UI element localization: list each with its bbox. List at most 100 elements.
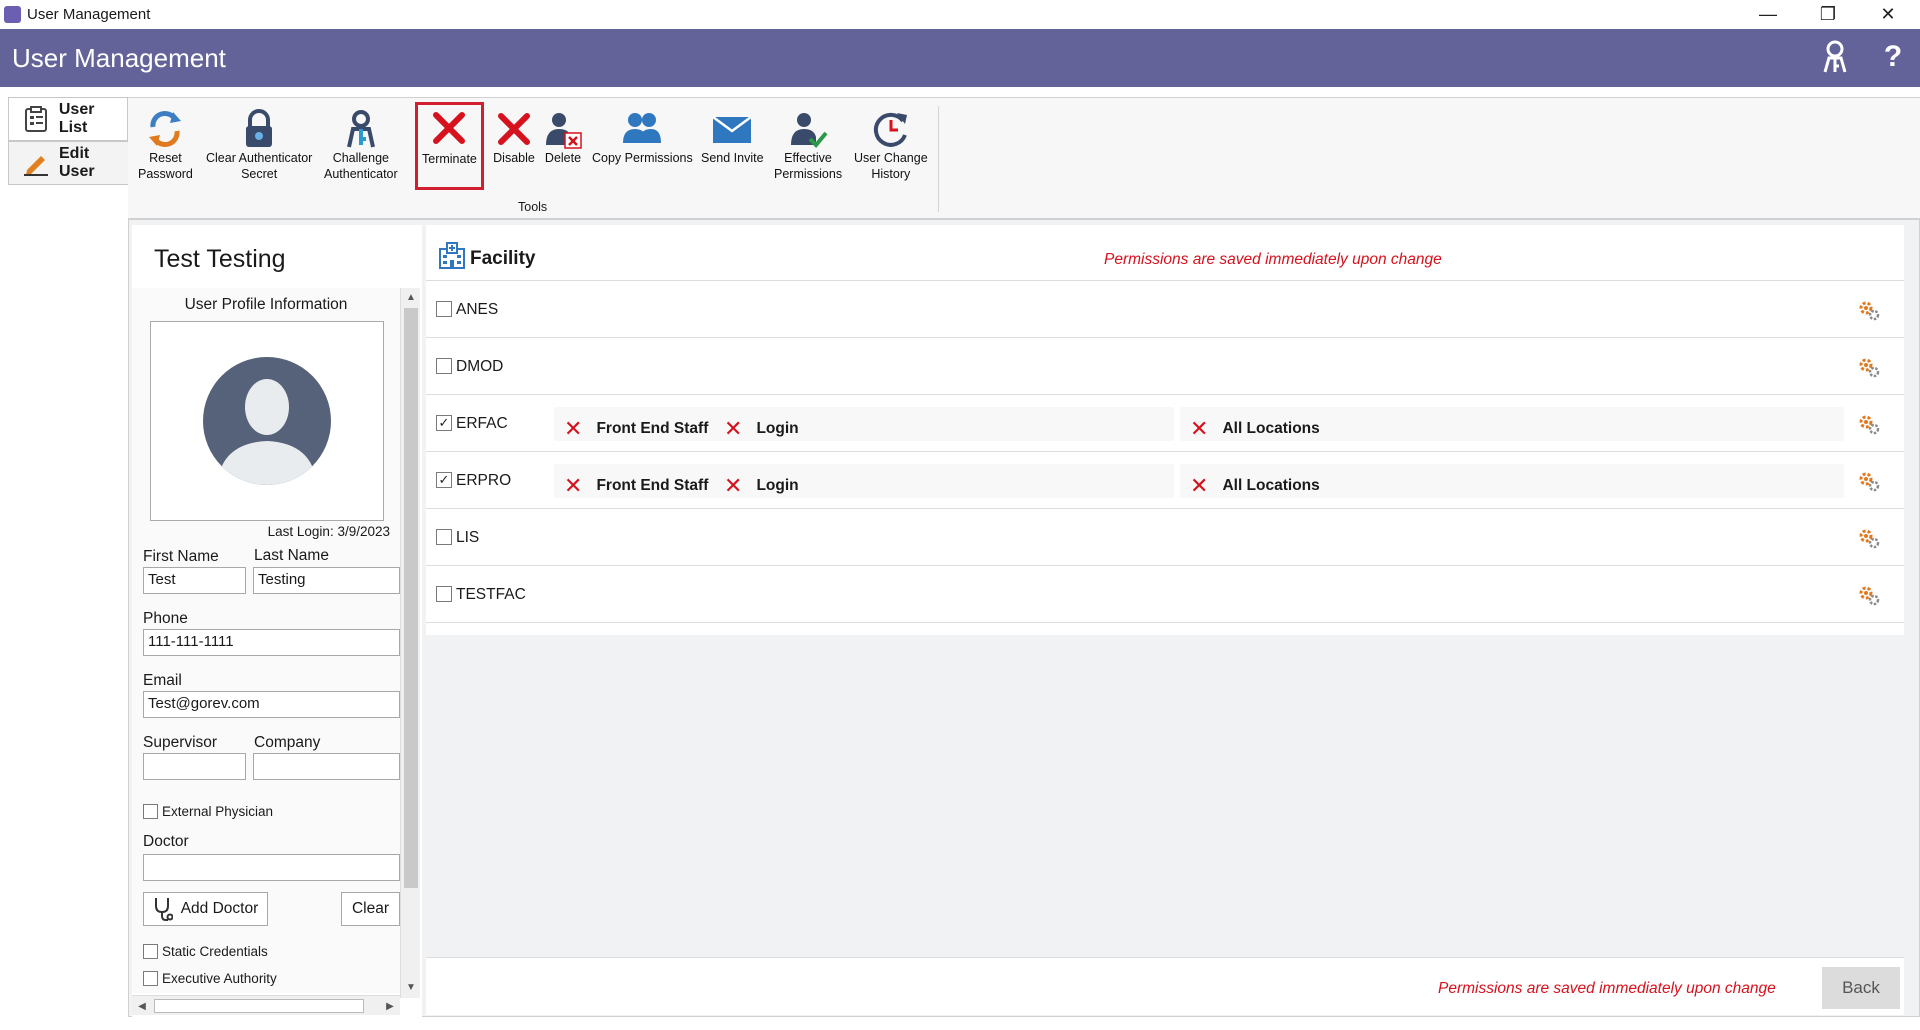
static-credentials-label: Static Credentials [162, 944, 268, 959]
terminate-button[interactable]: Terminate [415, 102, 484, 190]
tools-ribbon: Reset Password Clear Authenticator Secre… [128, 97, 1920, 219]
gear-icon[interactable] [1858, 527, 1880, 549]
facility-checkbox-checked[interactable]: ✓ [436, 472, 452, 488]
phone-field[interactable]: 111-111-1111 [143, 629, 400, 656]
location-tag: ✕ All Locations [1190, 473, 1320, 499]
send-invite-button[interactable]: Send Invite [701, 108, 764, 166]
back-button[interactable]: Back [1822, 967, 1900, 1009]
remove-role-icon[interactable]: ✕ [724, 473, 742, 499]
gear-icon[interactable] [1858, 299, 1880, 321]
app-header: User Management ? [0, 29, 1920, 87]
executive-authority-box [143, 971, 158, 986]
effective-permissions-button[interactable]: Effective Permissions [774, 108, 842, 182]
role-label: Login [756, 420, 799, 437]
supervisor-field[interactable] [143, 753, 246, 780]
facility-row: ANES [426, 281, 1904, 338]
gear-icon[interactable] [1858, 470, 1880, 492]
tab-user-list[interactable]: User List [8, 97, 128, 141]
reset-password-icon [143, 108, 187, 150]
user-check-icon [786, 108, 830, 150]
avatar-icon [203, 357, 331, 485]
restore-button[interactable]: ❐ [1800, 0, 1856, 29]
reset-password-label-2: Password [138, 167, 193, 181]
executive-authority-label: Executive Authority [162, 971, 277, 986]
minimize-button[interactable]: — [1740, 0, 1796, 29]
facility-name: ANES [456, 301, 499, 318]
clipboard-list-icon [23, 106, 49, 132]
gear-icon[interactable] [1858, 413, 1880, 435]
stethoscope-icon [153, 896, 173, 922]
remove-location-icon[interactable]: ✕ [1190, 416, 1208, 442]
supervisor-label: Supervisor [143, 734, 218, 751]
scroll-right-icon[interactable]: ▶ [380, 996, 400, 1016]
company-field[interactable] [253, 753, 400, 780]
clear-doctor-button[interactable]: Clear [341, 892, 400, 926]
facility-checkbox[interactable] [436, 301, 452, 317]
locations-panel: ✕ All Locations [1180, 407, 1844, 441]
profile-horizontal-scrollbar[interactable]: ◀ ▶ [132, 995, 400, 1015]
delete-button[interactable]: Delete [541, 108, 585, 166]
user-change-history-label-2: History [871, 167, 911, 181]
copy-permissions-label: Copy Permissions [592, 151, 693, 165]
profile-form: User Profile Information Last Login: 3/9… [132, 288, 400, 993]
scroll-left-icon[interactable]: ◀ [132, 996, 152, 1016]
facility-checkbox[interactable] [436, 529, 452, 545]
disable-x-icon [492, 108, 536, 150]
terminate-x-icon [427, 105, 471, 151]
facility-checkbox[interactable] [436, 358, 452, 374]
facility-checkbox-checked[interactable]: ✓ [436, 415, 452, 431]
executive-authority-checkbox[interactable]: Executive Authority [143, 971, 277, 986]
profile-panel: Test Testing User Profile Information La… [132, 225, 422, 1017]
add-doctor-button[interactable]: Add Doctor [143, 892, 268, 926]
user-key-icon[interactable] [1815, 37, 1855, 77]
disable-button[interactable]: Disable [492, 108, 536, 166]
help-icon[interactable]: ? [1873, 37, 1913, 77]
reset-password-button[interactable]: Reset Password [138, 108, 193, 182]
copy-permissions-button[interactable]: Copy Permissions [592, 108, 693, 166]
external-physician-checkbox[interactable]: External Physician [143, 804, 273, 819]
profile-photo[interactable] [150, 321, 384, 521]
gear-icon[interactable] [1858, 356, 1880, 378]
challenge-authenticator-button[interactable]: Challenge Authenticator [324, 108, 398, 182]
terminate-label: Terminate [422, 152, 477, 166]
email-field[interactable]: Test@gorev.com [143, 691, 400, 718]
footer-permissions-notice: Permissions are saved immediately upon c… [1438, 980, 1776, 997]
facility-row: LIS [426, 509, 1904, 566]
delete-label: Delete [544, 151, 582, 165]
remove-role-icon[interactable]: ✕ [724, 416, 742, 442]
user-change-history-button[interactable]: User Change History [854, 108, 928, 182]
close-button[interactable]: ✕ [1860, 0, 1916, 29]
scroll-thumb-horizontal[interactable] [154, 999, 364, 1013]
envelope-icon [710, 108, 754, 150]
tab-edit-user[interactable]: Edit User [8, 141, 128, 185]
last-name-label: Last Name [254, 547, 329, 564]
gear-icon[interactable] [1858, 584, 1880, 606]
remove-role-icon[interactable]: ✕ [564, 473, 582, 499]
location-tag: ✕ All Locations [1190, 416, 1320, 442]
external-physician-label: External Physician [162, 804, 274, 819]
locations-panel: ✕ All Locations [1180, 464, 1844, 498]
first-name-field[interactable]: Test [143, 567, 246, 594]
clear-authenticator-secret-button[interactable]: Clear Authenticator Secret [206, 108, 312, 182]
scroll-up-icon[interactable]: ▲ [401, 288, 421, 306]
tools-group-label: Tools [518, 200, 548, 214]
clear-label: Clear [351, 900, 390, 917]
static-credentials-checkbox[interactable]: Static Credentials [143, 944, 268, 959]
last-name-field[interactable]: Testing [253, 567, 400, 594]
remove-role-icon[interactable]: ✕ [564, 416, 582, 442]
facility-name: ERPRO [456, 472, 512, 489]
first-name-label: First Name [143, 548, 219, 565]
facility-panel: Facility Permissions are saved immediate… [426, 225, 1904, 635]
window-title: User Management [27, 6, 151, 23]
footer-bar: Permissions are saved immediately upon c… [426, 957, 1904, 1015]
phone-label: Phone [143, 610, 188, 627]
static-credentials-box [143, 944, 158, 959]
scroll-down-icon[interactable]: ▼ [401, 978, 421, 996]
remove-location-icon[interactable]: ✕ [1190, 473, 1208, 499]
facility-checkbox[interactable] [436, 586, 452, 602]
tab-edit-user-label: Edit User [59, 145, 95, 180]
profile-vertical-scrollbar[interactable]: ▲ ▼ [400, 288, 420, 998]
scroll-thumb[interactable] [404, 308, 418, 888]
app-icon [4, 6, 21, 23]
doctor-field[interactable] [143, 854, 400, 881]
